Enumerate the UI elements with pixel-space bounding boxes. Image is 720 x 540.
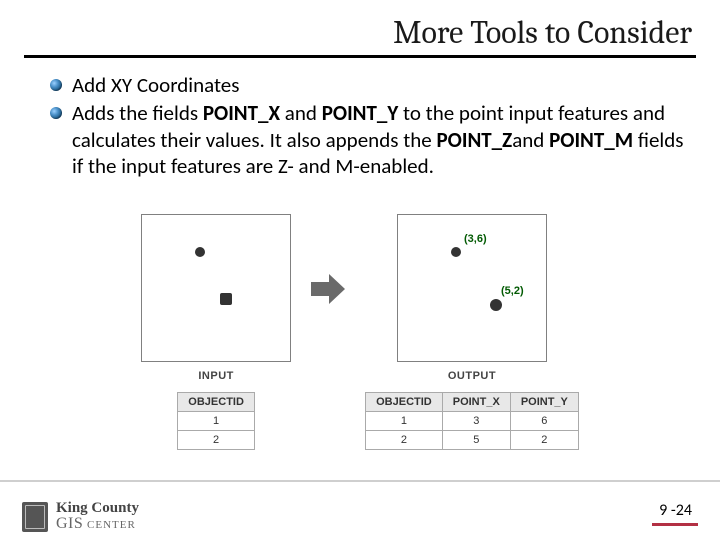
output-point-1 bbox=[451, 247, 461, 257]
table-row: 2 bbox=[178, 431, 255, 450]
input-panel: INPUT OBJECTID 1 2 bbox=[141, 214, 291, 450]
out-r1c1: 5 bbox=[442, 431, 510, 450]
b2-pointy: POINT_Y bbox=[322, 100, 399, 126]
diagram: INPUT OBJECTID 1 2 (3,6) bbox=[0, 214, 720, 450]
page-title: More Tools to Consider bbox=[0, 14, 692, 51]
logo-gis: GIS CENTER bbox=[56, 516, 139, 532]
arrow-column bbox=[311, 214, 345, 450]
in-r0c0: 1 bbox=[178, 412, 255, 431]
bullet-1: Add XY Coordinates bbox=[50, 72, 690, 98]
table-row: 1 bbox=[178, 412, 255, 431]
output-panel: (3,6) (5,2) OUTPUT OBJECTID POINT_X POIN… bbox=[365, 214, 579, 450]
title-wrap: More Tools to Consider bbox=[0, 0, 720, 51]
out-r1c0: 2 bbox=[366, 431, 443, 450]
bullet-2: Adds the fields POINT_X and POINT_Y to t… bbox=[50, 100, 690, 179]
page-number: 9 -24 bbox=[659, 501, 692, 520]
b2-and2: and bbox=[512, 127, 549, 153]
b2-and1: and bbox=[280, 100, 322, 126]
out-th-0: OBJECTID bbox=[366, 393, 443, 412]
input-caption: INPUT bbox=[198, 370, 234, 382]
logo-county: King County bbox=[56, 501, 139, 516]
arrow-right-icon bbox=[311, 274, 345, 304]
bullet-1-text: Add XY Coordinates bbox=[72, 72, 239, 98]
footer-logo: King County GIS CENTER bbox=[22, 501, 139, 532]
out-r1c2: 2 bbox=[510, 431, 578, 450]
in-th-0: OBJECTID bbox=[178, 393, 255, 412]
body: Add XY Coordinates Adds the fields POINT… bbox=[0, 58, 720, 179]
footer: King County GIS CENTER 9 -24 bbox=[0, 480, 720, 540]
out-r0c0: 1 bbox=[366, 412, 443, 431]
table-row: 1 3 6 bbox=[366, 412, 579, 431]
input-point-2 bbox=[220, 293, 232, 305]
out-r0c1: 3 bbox=[442, 412, 510, 431]
accent-bar bbox=[652, 523, 698, 526]
logo-text: King County GIS CENTER bbox=[56, 501, 139, 532]
slide: More Tools to Consider Add XY Coordinate… bbox=[0, 0, 720, 540]
input-table: OBJECTID 1 2 bbox=[177, 392, 255, 450]
output-point-1-label: (3,6) bbox=[464, 233, 487, 245]
output-table: OBJECTID POINT_X POINT_Y 1 3 6 2 5 2 bbox=[365, 392, 579, 450]
logo-gis-main: GIS bbox=[56, 515, 83, 532]
output-point-2-label: (5,2) bbox=[501, 285, 524, 297]
b2-pointz: POINT_Z bbox=[436, 127, 512, 153]
b2-pointm: POINT_M bbox=[549, 127, 633, 153]
table-row: 2 5 2 bbox=[366, 431, 579, 450]
crest-icon bbox=[22, 502, 48, 532]
out-r0c2: 6 bbox=[510, 412, 578, 431]
out-th-2: POINT_Y bbox=[510, 393, 578, 412]
out-th-1: POINT_X bbox=[442, 393, 510, 412]
output-point-2 bbox=[490, 299, 502, 311]
bullet-list: Add XY Coordinates Adds the fields POINT… bbox=[50, 72, 690, 179]
input-canvas bbox=[141, 214, 291, 362]
b2-pre: Adds the fields bbox=[72, 100, 203, 126]
output-caption: OUTPUT bbox=[448, 370, 496, 382]
output-canvas: (3,6) (5,2) bbox=[397, 214, 547, 362]
logo-gis-center: CENTER bbox=[83, 519, 136, 531]
in-r1c0: 2 bbox=[178, 431, 255, 450]
b2-pointx: POINT_X bbox=[203, 100, 280, 126]
input-point-1 bbox=[195, 247, 205, 257]
